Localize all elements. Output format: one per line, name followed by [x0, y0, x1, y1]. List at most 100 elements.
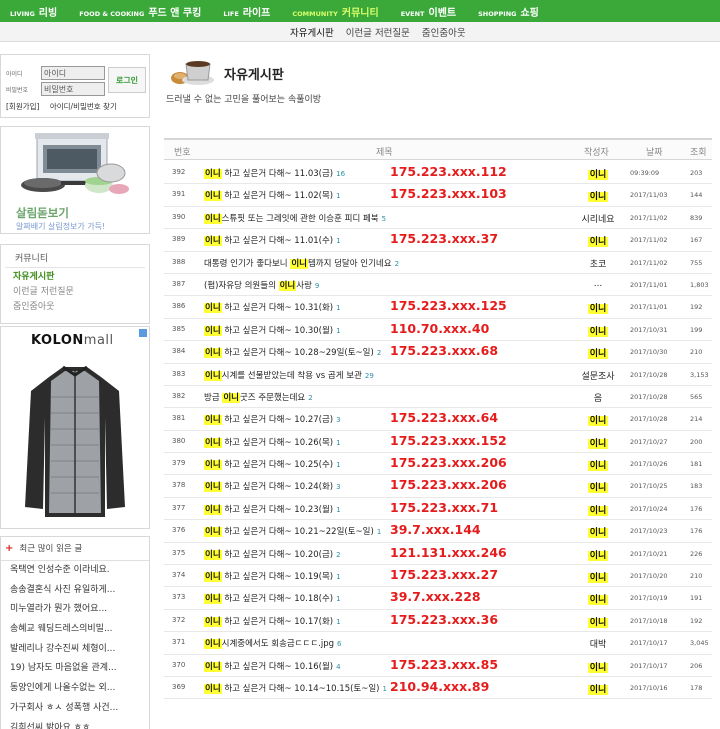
table-row[interactable]: 371 이니시계중에서도 회송금ㄷㄷㄷ.jpg 6 대박 2017/10/17 3,045	[164, 632, 712, 655]
post-author[interactable]: 초코	[578, 257, 618, 270]
post-subject-link[interactable]: 이니 하고 싶은거 다해~ 10.30(월) 1	[204, 324, 341, 336]
nav-item-community[interactable]: COMMUNITY 커뮤니티	[292, 4, 378, 19]
post-subject-link[interactable]: 대통령 인기가 좋다보니 이니템까지 덩달아 인기네요 2	[204, 257, 399, 269]
table-row[interactable]: 392 이니 하고 싶은거 다해~ 11.03(금) 16 175.223.xxx.1…	[164, 162, 712, 185]
table-row[interactable]: 389 이니 하고 싶은거 다해~ 11.01(수) 1 175.223.xxx.37…	[164, 229, 712, 252]
popular-item[interactable]: 옥택연 인성수준 이라네요.	[1, 561, 149, 581]
post-subject-link[interactable]: 이니 하고 싶은거 다해~ 10.25(수) 1	[204, 458, 341, 471]
subnav-item[interactable]: 자유게시판	[290, 25, 334, 39]
post-subject-link[interactable]: 이니 하고 싶은거 다해~ 10.18(수) 1	[204, 592, 341, 605]
nav-item-event[interactable]: EVENT 이벤트	[401, 4, 456, 19]
password-input[interactable]: 비밀번호	[41, 82, 105, 96]
table-row[interactable]: 380 이니 하고 싶은거 다해~ 10.26(목) 1 175.223.xxx.15…	[164, 431, 712, 454]
post-subject-link[interactable]: 이니 하고 싶은거 다해~ 10.19(목) 1	[204, 570, 341, 583]
post-subject-link[interactable]: 이니 하고 싶은거 다해~ 10.14~10.15(토~일) 1	[204, 682, 387, 694]
post-author[interactable]: 음	[578, 391, 618, 404]
post-subject-link[interactable]: 이니시계를 선물받았는데 착용 vs 곱게 보관 29	[204, 369, 374, 381]
popular-item[interactable]: 발레리나 강수진씨 체형이...	[1, 640, 149, 660]
post-subject-link[interactable]: 이니 하고 싶은거 다해~ 10.31(화) 1	[204, 301, 341, 314]
table-row[interactable]: 388 대통령 인기가 좋다보니 이니템까지 덩달아 인기네요 2 초코 2017/11…	[164, 252, 712, 274]
post-subject-link[interactable]: 이니 하고 싶은거 다해~ 11.03(금) 16	[204, 167, 345, 179]
post-subject-link[interactable]: (펌)자유당 의원들의 이니사랑 9	[204, 279, 319, 291]
post-author[interactable]: 시리네요	[578, 212, 618, 225]
post-author[interactable]: 이니	[578, 525, 618, 539]
community-item-zoom[interactable]: 줌인줌아웃	[1, 298, 149, 313]
post-author[interactable]: 이니	[578, 167, 618, 180]
table-row[interactable]: 390 이니스튜핏 또는 그레잇에 관한 이승훈 피디 페북 5 시리네요 2017/1…	[164, 207, 712, 230]
popular-item[interactable]: 송송결혼식 사진 유일하게...	[1, 581, 149, 601]
ad-banner[interactable]: KOLONmall	[0, 326, 150, 529]
popular-item[interactable]: 19) 남자도 마음없을 관계...	[1, 659, 149, 679]
post-subject-link[interactable]: 이니 하고 싶은거 다해~ 11.02(목) 1	[204, 189, 341, 202]
table-row[interactable]: 377 이니 하고 싶은거 다해~ 10.23(월) 1 175.223.xxx.71…	[164, 498, 712, 521]
post-author[interactable]: 이니	[578, 301, 618, 315]
table-row[interactable]: 374 이니 하고 싶은거 다해~ 10.19(목) 1 175.223.xxx.27…	[164, 565, 712, 588]
post-subject-link[interactable]: 이니 하고 싶은거 다해~ 10.24(화) 3	[204, 480, 341, 493]
post-author[interactable]: 이니	[578, 570, 618, 584]
table-row[interactable]: 385 이니 하고 싶은거 다해~ 10.30(월) 1 110.70.xxx.40 이…	[164, 319, 712, 342]
post-author[interactable]: 이니	[578, 324, 618, 337]
post-author[interactable]: 이니	[578, 682, 618, 695]
post-subject-link[interactable]: 이니스튜핏 또는 그레잇에 관한 이승훈 피디 페북 5	[204, 212, 386, 224]
post-subject-link[interactable]: 이니시계중에서도 회송금ㄷㄷㄷ.jpg 6	[204, 637, 342, 650]
popular-item[interactable]: 미누열라가 뭔가 했어요...	[1, 600, 149, 620]
post-subject-link[interactable]: 이니 하고 싶은거 다해~ 10.16(월) 4	[204, 660, 341, 672]
table-row[interactable]: 378 이니 하고 싶은거 다해~ 10.24(화) 3 175.223.xxx.20…	[164, 475, 712, 498]
post-author[interactable]: 이니	[578, 413, 618, 427]
post-author[interactable]: 대박	[578, 637, 618, 650]
post-author[interactable]: 설문조사	[578, 369, 618, 382]
table-row[interactable]: 375 이니 하고 싶은거 다해~ 10.20(금) 2 121.131.xxx.24…	[164, 543, 712, 566]
table-row[interactable]: 376 이니 하고 싶은거 다해~ 10.21~22일(토~일) 1 39.7.xxx…	[164, 520, 712, 543]
popular-item[interactable]: 송혜교 웨딩드레스의비밀...	[1, 620, 149, 640]
post-subject-link[interactable]: 이니 하고 싶은거 다해~ 10.27(금) 3	[204, 413, 341, 426]
post-author[interactable]: 이니	[578, 615, 618, 628]
promo-banner[interactable]: 살림돋보기 알짜배기 살림정보가 가득!	[0, 126, 150, 234]
subnav-item[interactable]: 이런글 저런질문	[346, 25, 410, 39]
table-row[interactable]: 391 이니 하고 싶은거 다해~ 11.02(목) 1 175.223.xxx.10…	[164, 184, 712, 207]
table-row[interactable]: 369 이니 하고 싶은거 다해~ 10.14~10.15(토~일) 1 210.94…	[164, 677, 712, 700]
post-subject-link[interactable]: 이니 하고 싶은거 다해~ 10.26(목) 1	[204, 436, 341, 448]
post-author[interactable]: 이니	[578, 480, 618, 494]
table-row[interactable]: 383 이니시계를 선물받았는데 착용 vs 곱게 보관 29 설문조사 2017/10…	[164, 364, 712, 386]
nav-item-life[interactable]: LIFE 라이프	[223, 4, 270, 19]
post-subject-link[interactable]: 이니 하고 싶은거 다해~ 10.23(월) 1	[204, 503, 341, 515]
table-row[interactable]: 384 이니 하고 싶은거 다해~ 10.28~29일(토~일) 2 175.223.…	[164, 341, 712, 364]
post-author[interactable]: 이니	[578, 548, 618, 561]
popular-item[interactable]: 가구회사 ㅎㅅ 성폭행 사건...	[1, 699, 149, 719]
login-button[interactable]: 로그인	[108, 67, 146, 93]
post-subject-link[interactable]: 방금 이니굿즈 주문했는데요 2	[204, 391, 313, 403]
post-author[interactable]: 이니	[578, 592, 618, 606]
post-author[interactable]: 이니	[578, 346, 618, 360]
post-subject-link[interactable]: 이니 하고 싶은거 다해~ 10.20(금) 2	[204, 548, 341, 560]
join-link[interactable]: [회원가입]	[6, 102, 39, 111]
table-row[interactable]: 382 방금 이니굿즈 주문했는데요 2 음 2017/10/28 565	[164, 386, 712, 409]
table-row[interactable]: 387 (펌)자유당 의원들의 이니사랑 9... 2017/11/01 1,803	[164, 274, 712, 297]
popular-item[interactable]: 동양인에게 나올수없는 외...	[1, 679, 149, 699]
post-subject-link[interactable]: 이니 하고 싶은거 다해~ 10.21~22일(토~일) 1	[204, 525, 381, 538]
post-author[interactable]: 이니	[578, 436, 618, 449]
table-row[interactable]: 373 이니 하고 싶은거 다해~ 10.18(수) 1 39.7.xxx.228 이니…	[164, 587, 712, 610]
post-subject-link[interactable]: 이니 하고 싶은거 다해~ 10.17(화) 1	[204, 615, 341, 627]
table-row[interactable]: 386 이니 하고 싶은거 다해~ 10.31(화) 1 175.223.xxx.12…	[164, 296, 712, 319]
table-row[interactable]: 370 이니 하고 싶은거 다해~ 10.16(월) 4 175.223.xxx.85…	[164, 655, 712, 677]
post-author[interactable]: 이니	[578, 458, 618, 472]
id-input[interactable]: 아이디	[41, 66, 105, 80]
find-account-link[interactable]: 아이디/비밀번호 찾기	[50, 102, 117, 111]
ad-info-icon[interactable]	[139, 329, 147, 337]
nav-item-living[interactable]: LIVING 리빙	[10, 4, 57, 19]
post-author[interactable]: 이니	[578, 503, 618, 516]
post-subject-link[interactable]: 이니 하고 싶은거 다해~ 10.28~29일(토~일) 2	[204, 346, 381, 359]
post-subject-link[interactable]: 이니 하고 싶은거 다해~ 11.01(수) 1	[204, 234, 341, 247]
nav-item-shopping[interactable]: SHOPPING 쇼핑	[478, 4, 539, 19]
community-item-qna[interactable]: 이런글 저런질문	[1, 283, 149, 298]
table-row[interactable]: 381 이니 하고 싶은거 다해~ 10.27(금) 3 175.223.xxx.64…	[164, 408, 712, 431]
table-row[interactable]: 379 이니 하고 싶은거 다해~ 10.25(수) 1 175.223.xxx.20…	[164, 453, 712, 476]
nav-item-food-cooking[interactable]: FOOD & COOKING 푸드 앤 쿠킹	[79, 4, 201, 19]
table-row[interactable]: 372 이니 하고 싶은거 다해~ 10.17(화) 1 175.223.xxx.36…	[164, 610, 712, 633]
subnav-item[interactable]: 줌인줌아웃	[422, 25, 466, 39]
post-author[interactable]: 이니	[578, 234, 618, 248]
post-author[interactable]: 이니	[578, 189, 618, 203]
community-item-free-board[interactable]: 자유게시판	[1, 268, 149, 283]
popular-item[interactable]: 김희선씨 밝아요 ㅎㅎ	[1, 719, 149, 729]
post-author[interactable]: 이니	[578, 660, 618, 673]
